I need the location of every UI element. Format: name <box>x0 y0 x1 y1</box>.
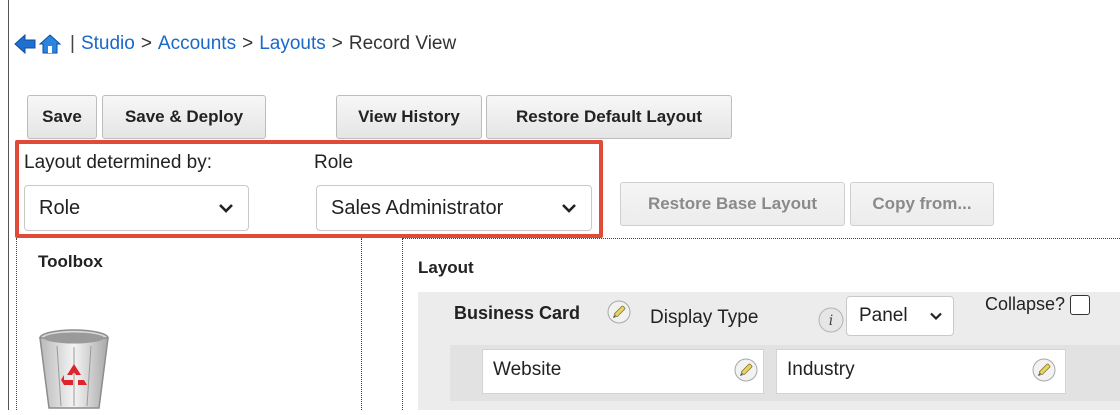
breadcrumb-separator: | <box>70 33 75 54</box>
restore-base-layout-button[interactable]: Restore Base Layout <box>620 182 845 226</box>
view-history-button[interactable]: View History <box>336 95 482 139</box>
left-border <box>8 0 9 410</box>
collapse-label: Collapse? <box>985 294 1066 314</box>
layout-top-border <box>402 238 1120 239</box>
chevron-down-icon <box>219 204 233 213</box>
breadcrumb-arrow: > <box>140 33 152 54</box>
toolbox-title: Toolbox <box>38 252 103 271</box>
svg-text:i: i <box>829 313 833 329</box>
back-arrow-icon[interactable] <box>14 33 36 55</box>
restore-default-layout-button[interactable]: Restore Default Layout <box>486 95 732 139</box>
breadcrumb: | Studio > Accounts > Layouts > Record V… <box>14 26 456 62</box>
field-label: Website <box>493 359 562 380</box>
collapse-control: Collapse? <box>985 294 1091 315</box>
display-type-select[interactable]: Panel <box>846 296 954 336</box>
role-select[interactable]: Sales Administrator <box>316 185 592 231</box>
save-button[interactable]: Save <box>27 95 97 139</box>
toolbox-right-border <box>361 238 362 410</box>
field-label: Industry <box>787 359 855 380</box>
breadcrumb-link-studio[interactable]: Studio <box>81 33 135 55</box>
copy-from-button[interactable]: Copy from... <box>850 182 994 226</box>
breadcrumb-link-layouts[interactable]: Layouts <box>259 33 326 55</box>
recycle-bin-icon[interactable] <box>37 328 111 410</box>
layout-left-border <box>402 238 403 410</box>
field-website[interactable]: Website <box>482 349 764 394</box>
toolbox-left-border <box>16 238 17 410</box>
layout-title: Layout <box>418 258 474 277</box>
display-type-value: Panel <box>859 305 908 326</box>
layout-determined-by-select[interactable]: Role <box>24 185 249 231</box>
role-label: Role <box>314 152 354 173</box>
chevron-down-icon <box>562 204 576 213</box>
edit-field-pencil-icon[interactable] <box>734 358 758 382</box>
home-icon[interactable] <box>38 33 62 55</box>
layout-determined-by-label: Layout determined by: <box>24 152 213 173</box>
breadcrumb-link-accounts[interactable]: Accounts <box>158 33 236 55</box>
edit-panel-name-pencil-icon[interactable] <box>607 300 631 324</box>
info-icon[interactable]: i <box>817 306 845 334</box>
layout-determined-by-value: Role <box>39 196 81 219</box>
breadcrumb-current: Record View <box>348 33 457 54</box>
display-type-label: Display Type <box>650 307 759 328</box>
role-value: Sales Administrator <box>331 196 504 219</box>
collapse-checkbox[interactable] <box>1070 294 1091 315</box>
edit-field-pencil-icon[interactable] <box>1032 358 1056 382</box>
save-deploy-button[interactable]: Save & Deploy <box>102 95 266 139</box>
breadcrumb-arrow: > <box>331 33 343 54</box>
panel-name: Business Card <box>454 303 581 323</box>
chevron-down-icon <box>930 312 942 321</box>
field-industry[interactable]: Industry <box>776 349 1066 394</box>
breadcrumb-arrow: > <box>242 33 254 54</box>
